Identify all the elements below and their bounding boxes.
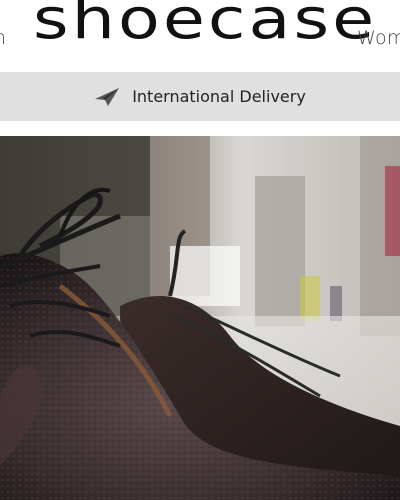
nav-link-men[interactable]: n [0,27,6,49]
delivery-banner-text: International Delivery [132,87,306,106]
spacer [0,121,400,136]
nav-link-women[interactable]: Wom [357,27,400,49]
delivery-banner: International Delivery [0,72,400,121]
site-header: n shoecase Wom [0,0,400,72]
hero-image [0,136,400,500]
paper-plane-icon [94,87,120,107]
site-logo[interactable]: shoecase [33,0,377,48]
